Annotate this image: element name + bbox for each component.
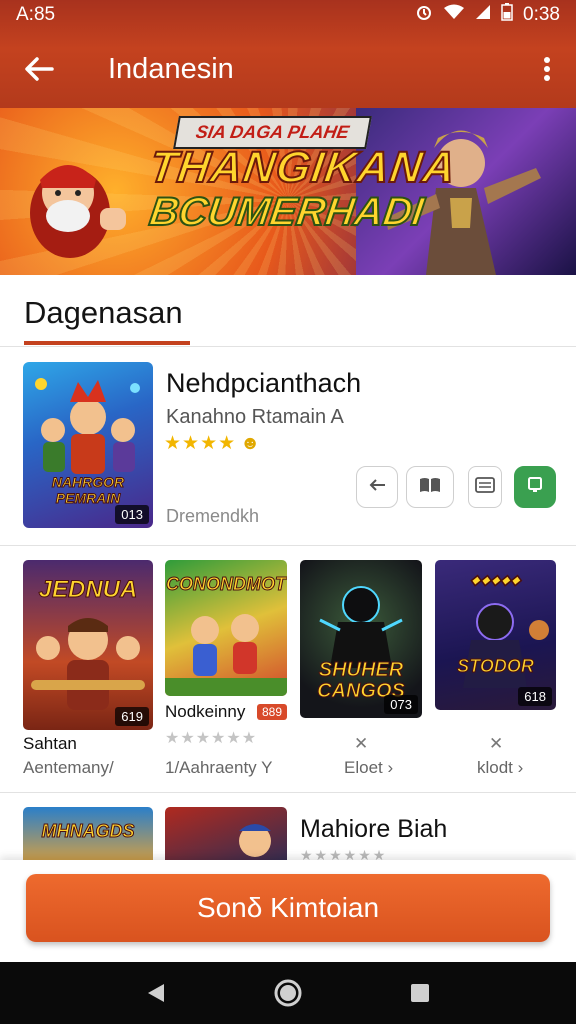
read-button[interactable] (406, 466, 454, 508)
game-thumbnail[interactable] (165, 807, 287, 860)
game-sub: Aentemany/ (23, 758, 114, 777)
game-card[interactable]: ◆◆◆◆◆ STODOR 618 ✕ klodt › (435, 560, 556, 777)
game-sub: 1/Aahraenty Y (165, 758, 273, 777)
home-nav-icon[interactable] (268, 973, 308, 1013)
featured-subtitle: Kanahno Rtamain A (166, 406, 344, 428)
game-stars: ★★★★★★ (165, 730, 258, 747)
back-nav-icon[interactable] (136, 973, 176, 1013)
game-name: Sahtan (23, 734, 77, 753)
game-sub: klodt › (477, 758, 524, 777)
featured-rating: ★★★★ ☻ (164, 432, 261, 455)
games-row: JEDNUA 619 Sahtan Aentemany/ CONONDMOT N… (0, 548, 576, 793)
install-button[interactable] (514, 466, 556, 508)
alarm-icon (415, 3, 433, 27)
more-games-row: MHNAGDS Mahiore Biah ★★★★★★ (0, 795, 576, 860)
game-thumb-badge: 073 (384, 695, 418, 714)
game-stars: ★★★★★★ (300, 847, 388, 860)
tab-dagenasan[interactable]: Dagenasan (24, 295, 183, 331)
game-thumbnail[interactable]: JEDNUA 619 (23, 560, 153, 730)
featured-developer: Dremendkh (166, 506, 260, 526)
book-icon (418, 476, 442, 499)
system-nav-bar (0, 962, 576, 1024)
game-thumb-title: CONONDMOT (166, 574, 287, 595)
game-art (239, 824, 271, 857)
cta-bar: Sonδ Kimtoian (0, 860, 576, 962)
game-close-mark: ✕ (489, 734, 504, 753)
game-thumbnail[interactable]: ◆◆◆◆◆ STODOR 618 (435, 560, 556, 710)
status-bar: A:85 0:38 (0, 0, 576, 30)
featured-stars: ★★★★ (164, 433, 237, 454)
arrow-left-icon[interactable] (22, 52, 56, 86)
battery-icon (501, 3, 513, 27)
game-thumbnail[interactable]: MHNAGDS (23, 807, 153, 860)
game-card[interactable]: JEDNUA 619 Sahtan Aentemany/ (23, 560, 153, 777)
game-tag-badge: 889 (257, 704, 288, 720)
emoji-face-icon: ☻ (240, 433, 262, 454)
page-title: Indanesin (108, 52, 234, 85)
game-thumb-badge: 619 (115, 707, 149, 726)
hero-title: THANGIKANA BCUMERHADI (146, 142, 461, 235)
share-button[interactable] (356, 466, 398, 508)
primary-action-button[interactable]: Sonδ Kimtoian (26, 874, 550, 942)
game-thumb-badge: 618 (518, 687, 552, 706)
app-root: A:85 0:38 Indanesin SIA DAGA PLAHE THANG… (0, 0, 576, 1024)
wifi-icon (443, 4, 465, 26)
arrow-icon (367, 475, 387, 500)
game-thumbnail[interactable]: SHUHER CANGOS 073 (300, 560, 422, 718)
section-header: Dagenasan (0, 275, 576, 347)
app-bar: Indanesin (0, 30, 576, 108)
tab-indicator (24, 341, 190, 345)
status-icons: 0:38 (415, 3, 560, 27)
game-thumbnail[interactable]: CONONDMOT (165, 560, 287, 696)
hero-banner[interactable]: SIA DAGA PLAHE THANGIKANA BCUMERHADI (0, 108, 576, 275)
list-icon (474, 476, 496, 499)
status-time-right: 0:38 (523, 4, 560, 25)
game-close-mark: ✕ (354, 734, 369, 753)
game-name: Nodkeinny (165, 702, 246, 721)
game-card[interactable]: CONONDMOT Nodkeinny 889 ★★★★★★ 1/Aahraen… (165, 560, 288, 777)
game-thumb-title: JEDNUA (38, 576, 138, 604)
top-bar: A:85 0:38 Indanesin (0, 0, 576, 108)
recents-nav-icon[interactable] (400, 973, 440, 1013)
featured-title: Nehdpcianthach (166, 368, 362, 398)
featured-thumb-title: NAHRGOR PEMRAIN (51, 474, 125, 507)
game-thumb-title-decor: ◆◆◆◆◆ (470, 572, 521, 588)
game-thumb-title: MHNAGDS (41, 821, 135, 842)
status-time-left: A:85 (16, 4, 56, 25)
game-card[interactable]: SHUHER CANGOS 073 ✕ Eloet › (300, 560, 422, 777)
game-name: Mahiore Biah (300, 815, 448, 843)
hero-character-left (30, 165, 126, 258)
featured-game[interactable]: NAHRGOR PEMRAIN 013 Nehdpcianthach Kanah… (0, 348, 576, 546)
more-vert-icon[interactable] (534, 52, 560, 86)
game-sub: Eloet › (344, 758, 394, 777)
featured-thumbnail[interactable]: NAHRGOR PEMRAIN 013 (23, 362, 153, 528)
game-thumb-title: STODOR (457, 656, 535, 677)
hero-title-line1: THANGIKANA (146, 142, 461, 193)
hero-title-line2: BCUMERHADI (146, 189, 428, 235)
signal-icon (475, 4, 491, 26)
phone-icon (527, 476, 543, 499)
featured-thumb-badge: 013 (115, 505, 149, 524)
list-button[interactable] (468, 466, 502, 508)
